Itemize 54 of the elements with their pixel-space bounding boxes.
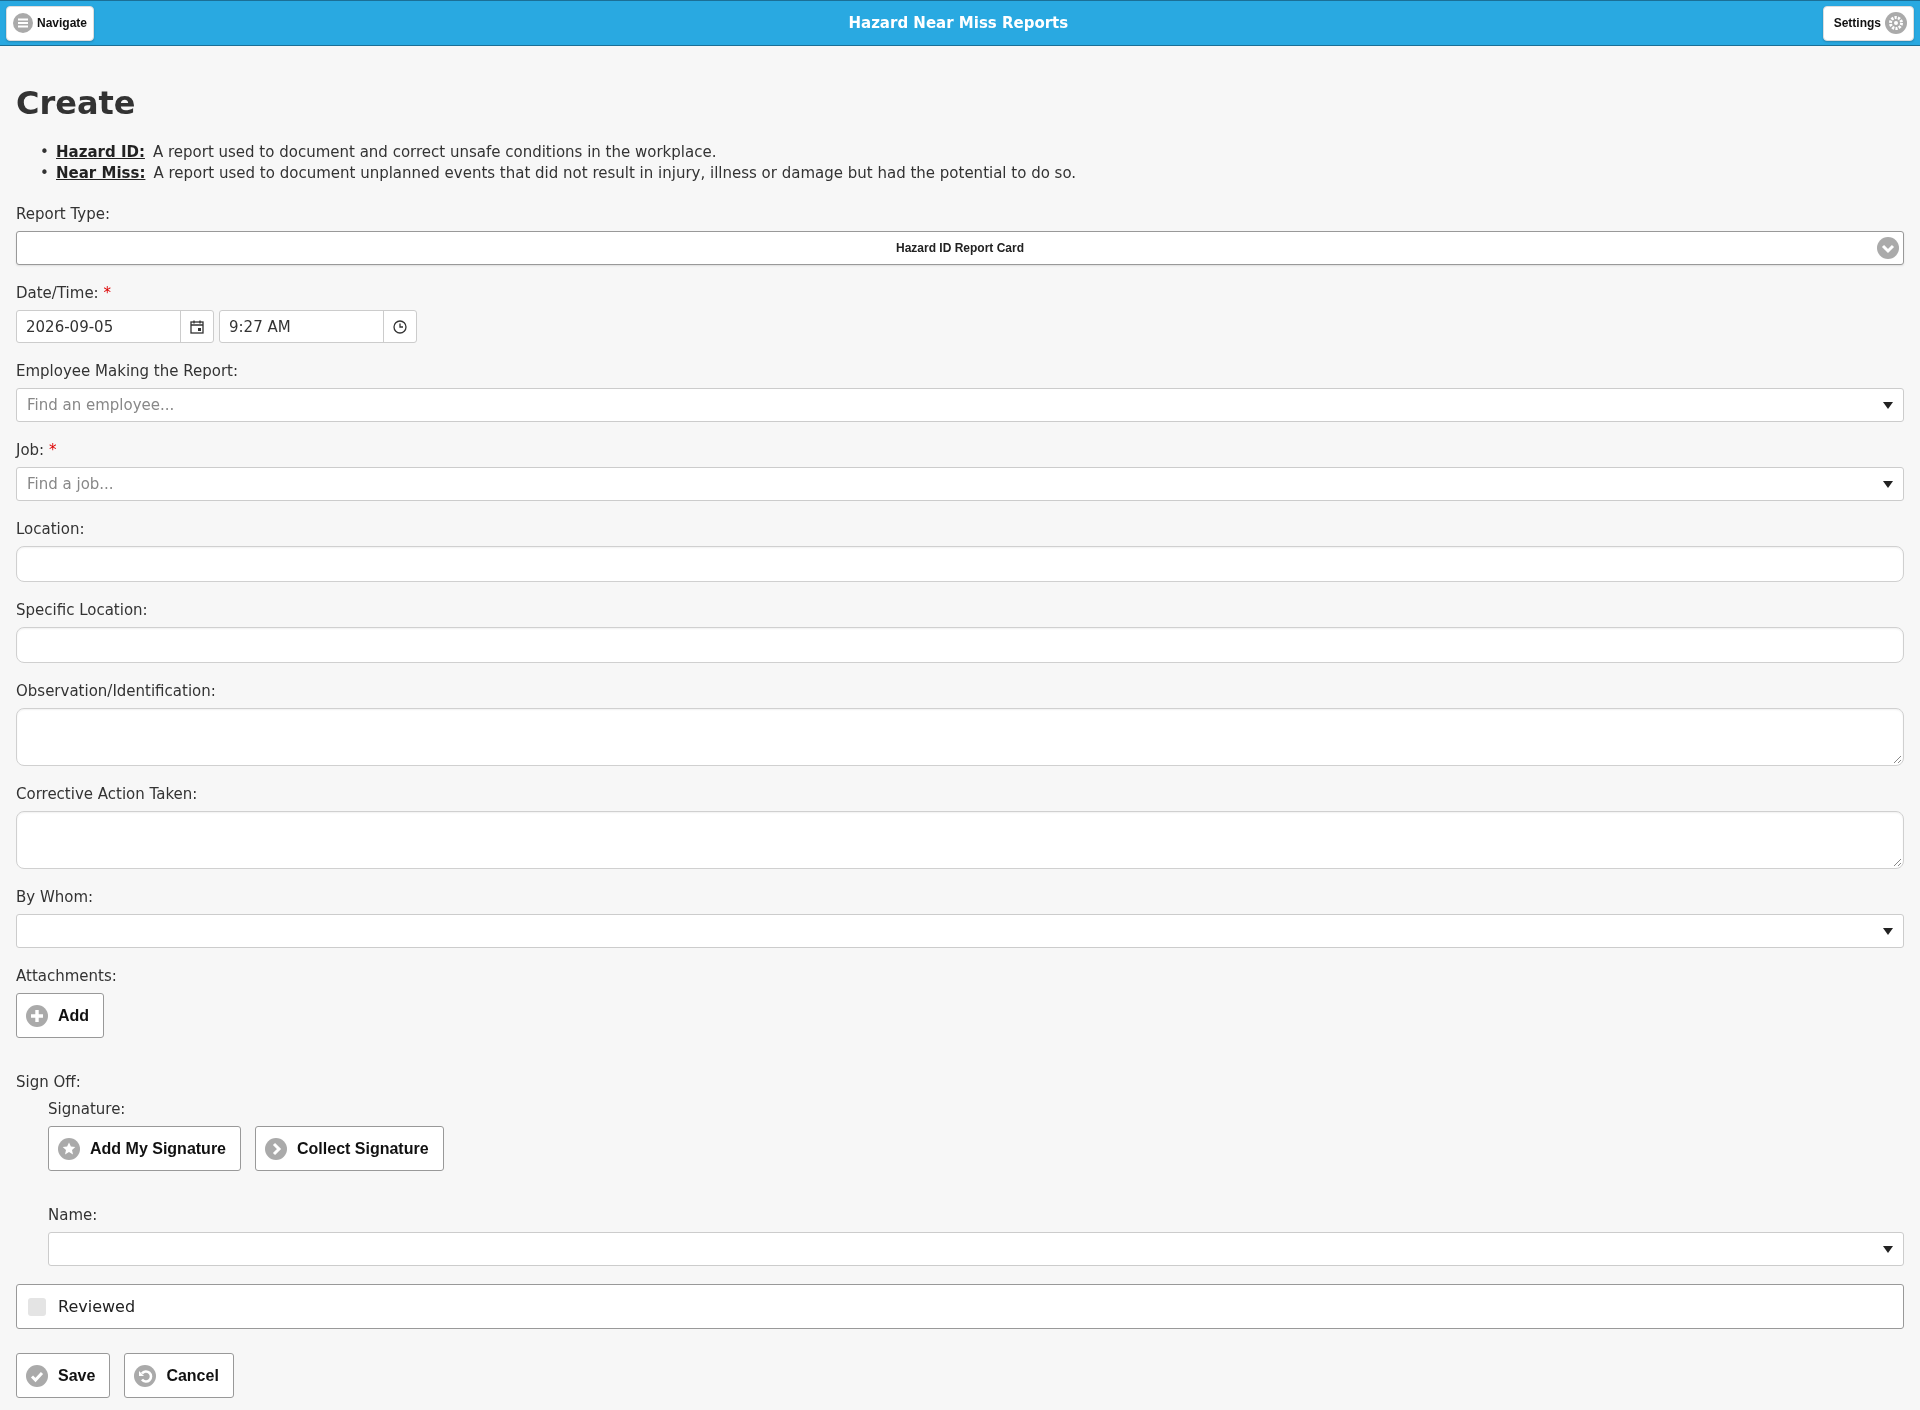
dropdown-caret-icon (1883, 927, 1893, 935)
settings-icon (1885, 12, 1907, 34)
field-label: Sign Off: (16, 1072, 82, 1092)
definition-text: A report used to document and correct unsafe conditions in the workplace. (152, 142, 717, 163)
field-label: Corrective Action Taken: (16, 784, 199, 804)
name-select[interactable] (48, 1232, 1904, 1266)
term-link[interactable]: Hazard ID: (56, 142, 145, 163)
text-input[interactable] (16, 546, 1904, 582)
search-select[interactable]: Find an employee... (16, 388, 1904, 422)
field-label: By Whom: (16, 887, 95, 907)
placeholder-text: Find an employee... (27, 396, 175, 414)
page-title: Create (16, 84, 137, 122)
field-label: Location: (16, 519, 86, 539)
dropdown-caret-icon (1883, 1245, 1893, 1253)
check-icon (26, 1364, 48, 1387)
save-button[interactable]: Save (16, 1353, 111, 1398)
definition-text: A report used to document unplanned events that did not result in injury, illness or damage but had the potential to do so. (153, 163, 1077, 184)
resize-handle-icon (1893, 858, 1901, 866)
checkbox[interactable] (28, 1297, 46, 1316)
field-label: Signature: (48, 1099, 127, 1119)
search-select[interactable]: Find a job... (16, 467, 1904, 501)
plus-icon (26, 1004, 48, 1027)
add-button[interactable]: Add (16, 993, 105, 1038)
signature-button[interactable]: Add My Signature (48, 1126, 241, 1171)
text-area[interactable] (16, 811, 1904, 869)
placeholder-text: Find a job... (27, 475, 114, 493)
text-area[interactable] (16, 708, 1904, 766)
field-label: Name: (48, 1205, 99, 1225)
field-label: Attachments: (16, 966, 118, 986)
bullet-mark: • (40, 142, 48, 163)
settings-button[interactable]: Settings (1822, 5, 1914, 41)
chevron-right-icon (265, 1137, 287, 1160)
text-input[interactable] (16, 627, 1904, 663)
field-label: Report Type: (16, 204, 111, 224)
cancel-button[interactable]: Cancel (124, 1353, 234, 1398)
menu-icon (13, 13, 33, 33)
app-title: Hazard Near Miss Reports (848, 14, 1069, 32)
field-label: Observation/Identification: (16, 681, 217, 701)
bullet-mark: • (40, 163, 48, 184)
undo-icon (134, 1364, 157, 1387)
field-label: Employee Making the Report: (16, 361, 239, 381)
dropdown-caret-icon (1883, 480, 1893, 488)
field-label: Date/Time: * (16, 283, 112, 303)
resize-handle-icon (1893, 755, 1901, 763)
field-label: Specific Location: (16, 600, 149, 620)
dropdown-caret-icon (1883, 401, 1893, 409)
signature-button[interactable]: Collect Signature (255, 1126, 444, 1171)
navigate-button[interactable]: Navigate (6, 5, 95, 41)
report-type-select[interactable]: Hazard ID Report Card (16, 231, 1904, 265)
checkbox-label: Reviewed (58, 1297, 136, 1316)
chevron-down-icon (1877, 237, 1899, 259)
term-link[interactable]: Near Miss: (56, 163, 146, 184)
search-select[interactable] (16, 914, 1904, 948)
field-label: Job: * (16, 440, 58, 460)
